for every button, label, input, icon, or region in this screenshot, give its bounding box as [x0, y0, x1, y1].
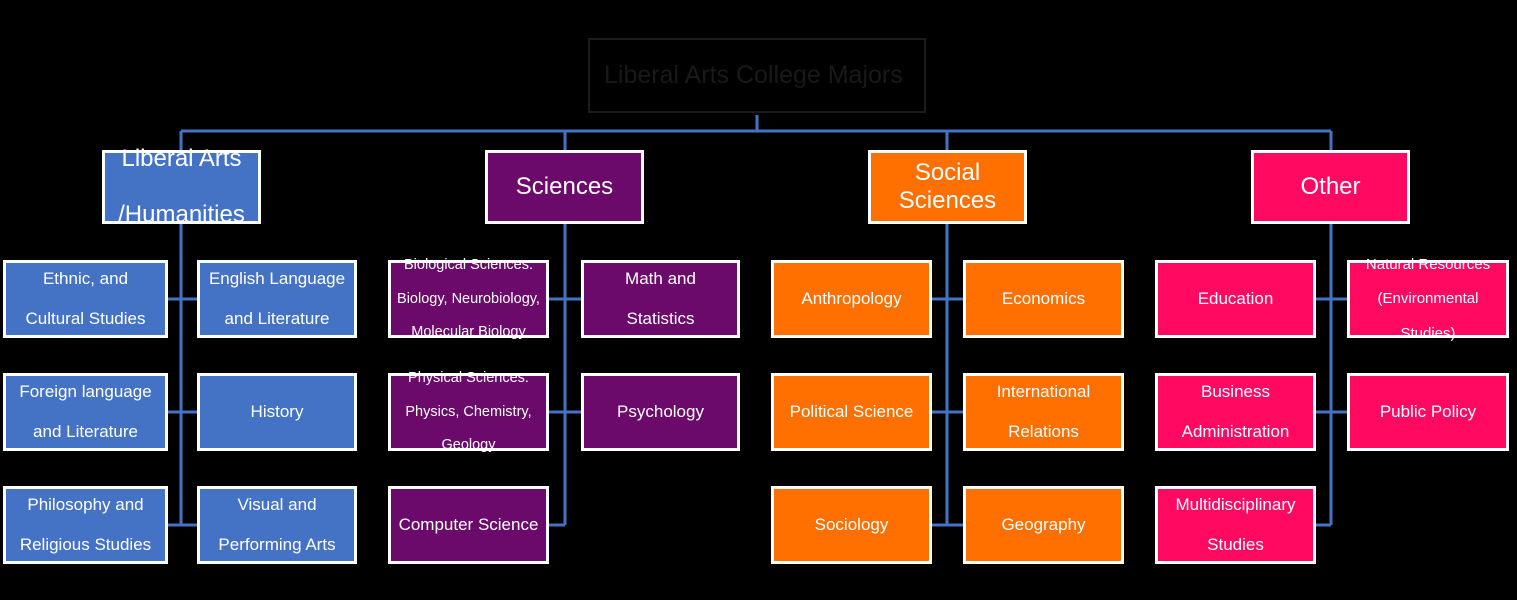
major-english-language-literature[interactable]: English Language and Literature: [197, 260, 357, 338]
category-label: Sciences: [515, 173, 614, 201]
major-label: Computer Science: [398, 515, 539, 535]
category-liberal-arts-humanities[interactable]: Liberal Arts /Humanities: [102, 145, 261, 228]
major-label: Business Administration: [1181, 382, 1290, 441]
major-label: Visual and Performing Arts: [218, 495, 336, 554]
category-label-line1: Liberal Arts: [121, 145, 242, 173]
major-biological-sciences[interactable]: Biological Sciences: Biology, Neurobiolo…: [388, 256, 549, 341]
major-label: Public Policy: [1379, 402, 1477, 422]
chart-title-box: Liberal Arts College Majors: [588, 38, 926, 113]
major-label: Geography: [1001, 515, 1086, 535]
category-other[interactable]: Other: [1251, 150, 1410, 224]
major-multidisciplinary-studies[interactable]: Multidisciplinary Studies: [1155, 486, 1316, 564]
major-visual-performing-arts[interactable]: Visual and Performing Arts: [197, 486, 357, 564]
major-foreign-language-literature[interactable]: Foreign language and Literature: [3, 373, 168, 451]
major-label: Political Science: [789, 402, 914, 422]
category-label-line2: /Humanities: [118, 200, 245, 228]
major-label: Physical Sciences: Physics, Chemistry, G…: [405, 369, 532, 454]
major-label: Psychology: [617, 402, 704, 422]
major-label: Biological Sciences: Biology, Neurobiolo…: [397, 256, 540, 341]
category-sciences[interactable]: Sciences: [485, 150, 644, 224]
page-title: Liberal Arts College Majors: [604, 61, 903, 89]
major-label: Philosophy and Religious Studies: [19, 495, 152, 554]
major-label: Sociology: [814, 515, 889, 535]
major-label: History: [250, 402, 304, 422]
major-psychology[interactable]: Psychology: [581, 373, 740, 451]
major-international-relations[interactable]: International Relations: [963, 373, 1124, 451]
major-computer-science[interactable]: Computer Science: [388, 486, 549, 564]
category-label: Liberal Arts /Humanities: [109, 145, 254, 228]
major-label: Math and Statistics: [625, 269, 696, 328]
major-philosophy-religious-studies[interactable]: Philosophy and Religious Studies: [3, 486, 168, 564]
major-economics[interactable]: Economics: [963, 260, 1124, 338]
major-label: Multidisciplinary Studies: [1175, 495, 1296, 554]
major-physical-sciences[interactable]: Physical Sciences: Physics, Chemistry, G…: [388, 369, 549, 454]
major-history[interactable]: History: [197, 373, 357, 451]
major-political-science[interactable]: Political Science: [771, 373, 932, 451]
major-label: International Relations: [996, 382, 1091, 441]
major-label: Natural Resources (Environmental Studies…: [1365, 255, 1491, 343]
major-ethnic-cultural-studies[interactable]: Ethnic, and Cultural Studies: [3, 260, 168, 338]
org-chart-canvas: Liberal Arts College Majors Liberal Arts…: [0, 0, 1517, 600]
major-natural-resources[interactable]: Natural Resources (Environmental Studies…: [1347, 256, 1509, 342]
major-label: Education: [1197, 289, 1274, 309]
major-public-policy[interactable]: Public Policy: [1347, 373, 1509, 451]
major-label: English Language and Literature: [208, 269, 346, 328]
major-sociology[interactable]: Sociology: [771, 486, 932, 564]
category-social-sciences[interactable]: Social Sciences: [868, 150, 1027, 224]
category-label: Other: [1300, 173, 1361, 201]
major-anthropology[interactable]: Anthropology: [771, 260, 932, 338]
major-label: Economics: [1001, 289, 1086, 309]
major-math-statistics[interactable]: Math and Statistics: [581, 260, 740, 338]
major-geography[interactable]: Geography: [963, 486, 1124, 564]
major-label: Foreign language and Literature: [19, 382, 152, 441]
major-education[interactable]: Education: [1155, 260, 1316, 338]
major-label: Ethnic, and Cultural Studies: [25, 269, 146, 328]
major-business-administration[interactable]: Business Administration: [1155, 373, 1316, 451]
major-label: Anthropology: [801, 289, 902, 309]
category-label: Social Sciences: [898, 159, 997, 214]
